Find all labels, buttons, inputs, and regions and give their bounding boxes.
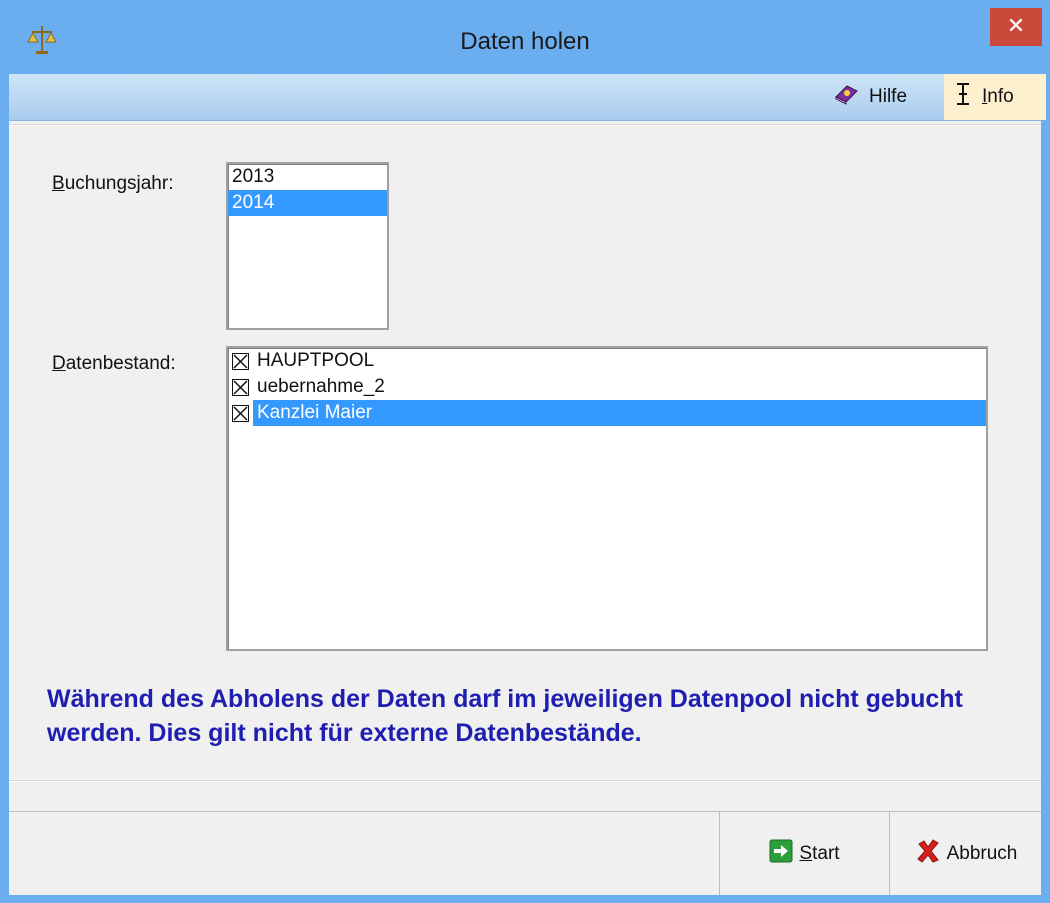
cancel-button-label: Abbruch: [946, 842, 1018, 864]
dataset-item-kanzlei-maier[interactable]: Kanzlei Maier: [228, 400, 986, 426]
dialog-content: Buchungsjahr: 2013 2014 Datenbestand: HA…: [9, 121, 1041, 895]
warning-notice: Während des Abholens der Daten darf im j…: [47, 685, 963, 747]
start-button[interactable]: Start: [719, 812, 889, 895]
menu-help-label: Hilfe: [869, 86, 908, 107]
red-x-icon: [915, 838, 941, 870]
checkbox-checked-icon[interactable]: [232, 404, 249, 422]
dataset-label: Datenbestand:: [52, 353, 176, 374]
dialog-window: Daten holen ✕ Hilfe Info Buchungsjahr: 2…: [0, 0, 1050, 903]
year-item-2014[interactable]: 2014: [228, 190, 387, 216]
dataset-item-uebernahme[interactable]: uebernahme_2: [228, 374, 986, 400]
menu-bar: Hilfe Info: [9, 74, 1046, 121]
year-listbox[interactable]: 2013 2014: [226, 162, 389, 330]
year-item-2013[interactable]: 2013: [228, 164, 387, 190]
info-cursor-icon: [954, 82, 972, 112]
close-button[interactable]: ✕: [990, 8, 1042, 46]
checkbox-checked-icon[interactable]: [232, 378, 249, 396]
content-divider: [9, 124, 1041, 126]
dataset-listbox[interactable]: HAUPTPOOL uebernahme_2 Kanzlei Maier: [226, 346, 988, 651]
footer-divider-highlight: [9, 781, 1041, 782]
cancel-button[interactable]: Abbruch: [889, 812, 1042, 895]
menu-item-info[interactable]: Info: [944, 74, 1046, 120]
start-button-label: Start: [799, 842, 840, 864]
dataset-label-text: uebernahme_2: [257, 376, 385, 397]
year-label: Buchungsjahr:: [52, 173, 174, 194]
button-bar: Start Abbruch: [9, 811, 1041, 895]
help-book-icon: [833, 83, 859, 111]
menu-item-help[interactable]: Hilfe: [833, 74, 943, 120]
menu-info-label: Info: [982, 86, 1014, 107]
dataset-label-text: Kanzlei Maier: [253, 400, 986, 426]
checkbox-checked-icon[interactable]: [232, 352, 249, 370]
close-icon: ✕: [1006, 13, 1026, 38]
dataset-label-text: HAUPTPOOL: [257, 350, 375, 371]
dataset-item-hauptpool[interactable]: HAUPTPOOL: [228, 348, 986, 374]
arrow-right-icon: [769, 839, 793, 869]
window-title: Daten holen: [460, 28, 590, 55]
